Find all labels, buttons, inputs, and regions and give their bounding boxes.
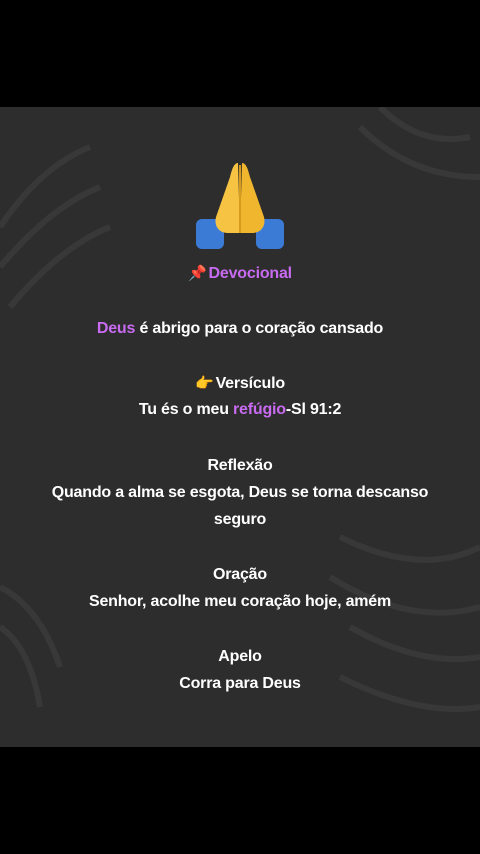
reflection-line-2: seguro bbox=[213, 511, 267, 528]
devotional-title: 📌 Devocional bbox=[188, 265, 292, 282]
pushpin-icon: 📌 bbox=[188, 265, 207, 282]
headline: Deus é abrigo para o coração cansado bbox=[96, 320, 384, 337]
praying-hands-icon bbox=[196, 163, 284, 249]
appeal-text: Corra para Deus bbox=[179, 675, 301, 692]
prayer-text: Senhor, acolhe meu coração hoje, amém bbox=[88, 593, 392, 610]
reflection-label: Reflexão bbox=[207, 457, 273, 474]
appeal-label: Apelo bbox=[218, 648, 262, 665]
pointing-right-icon: 👉 bbox=[195, 375, 214, 392]
devotional-card: 📌 Devocional Deus é abrigo para o coração… bbox=[0, 107, 480, 747]
verse-text: Tu és o meu refúgio-Sl 91:2 bbox=[138, 401, 342, 418]
reflection-line-1: Quando a alma se esgota, Deus se torna d… bbox=[51, 484, 429, 501]
prayer-label: Oração bbox=[213, 566, 267, 583]
verse-label: 👉 Versículo bbox=[195, 375, 285, 392]
